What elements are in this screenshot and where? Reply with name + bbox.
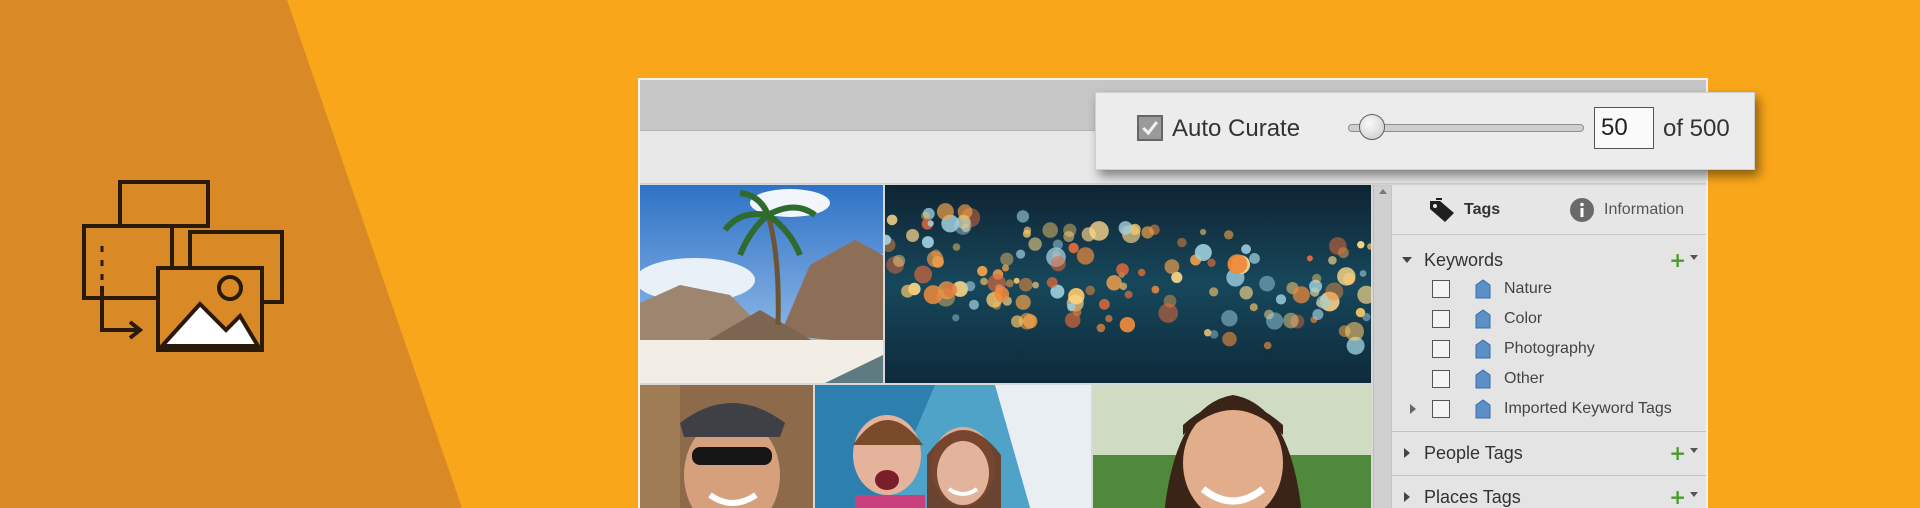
people-tags-section-header[interactable]: People Tags + bbox=[1392, 438, 1706, 468]
keyword-tag-icon bbox=[1475, 369, 1491, 389]
keyword-checkbox[interactable] bbox=[1432, 280, 1450, 298]
add-keyword-button[interactable]: + bbox=[1669, 250, 1686, 270]
auto-curate-total-label: of 500 bbox=[1663, 115, 1730, 142]
checkmark-icon bbox=[1142, 121, 1158, 136]
keyword-checkbox[interactable] bbox=[1432, 310, 1450, 328]
keyword-row[interactable]: Other bbox=[1392, 364, 1706, 394]
keywords-section-header[interactable]: Keywords + bbox=[1392, 245, 1706, 275]
keyword-checkbox[interactable] bbox=[1432, 340, 1450, 358]
keyword-tag-icon bbox=[1475, 399, 1491, 419]
add-keyword-menu-caret-icon[interactable] bbox=[1690, 255, 1698, 260]
keyword-checkbox[interactable] bbox=[1432, 400, 1450, 418]
keyword-label: Imported Keyword Tags bbox=[1504, 400, 1672, 417]
keywords-section-label: Keywords bbox=[1424, 249, 1504, 270]
keyword-checkbox[interactable] bbox=[1432, 370, 1450, 388]
chevron-right-icon[interactable] bbox=[1402, 448, 1412, 458]
chevron-right-icon[interactable] bbox=[1402, 492, 1412, 502]
chevron-down-icon[interactable] bbox=[1402, 255, 1412, 265]
auto-curate-checkbox[interactable] bbox=[1137, 115, 1163, 141]
tab-tags-label: Tags bbox=[1464, 201, 1501, 218]
section-divider bbox=[1392, 475, 1706, 476]
keyword-label: Color bbox=[1504, 310, 1543, 327]
places-tags-section-label: Places Tags bbox=[1424, 486, 1521, 507]
tab-tags[interactable]: Tags bbox=[1428, 195, 1500, 225]
chevron-right-icon[interactable] bbox=[1410, 404, 1416, 414]
organize-photos-icon bbox=[82, 180, 284, 352]
auto-curate-bar: Auto Curate 50 of 500 bbox=[1095, 92, 1755, 170]
photo-thumbnail-beach[interactable] bbox=[640, 185, 883, 383]
photo-thumbnail-family-tent[interactable] bbox=[815, 385, 1091, 508]
add-people-tag-button[interactable]: + bbox=[1669, 443, 1686, 463]
tab-information[interactable]: Information bbox=[1568, 195, 1684, 225]
photo-thumbnail-smiling-girl[interactable] bbox=[1093, 385, 1371, 508]
photo-thumbnail-city-lights[interactable] bbox=[885, 185, 1371, 383]
keyword-label: Photography bbox=[1504, 340, 1595, 357]
scroll-up-arrow-icon[interactable] bbox=[1379, 189, 1387, 194]
keyword-row[interactable]: Nature bbox=[1392, 274, 1706, 304]
keyword-row[interactable]: Photography bbox=[1392, 334, 1706, 364]
auto-curate-count-input[interactable]: 50 bbox=[1594, 107, 1654, 149]
section-divider bbox=[1392, 431, 1706, 432]
vertical-scrollbar[interactable] bbox=[1373, 185, 1391, 508]
auto-curate-slider-handle[interactable] bbox=[1358, 114, 1385, 140]
keyword-tag-icon bbox=[1475, 309, 1491, 329]
keyword-row[interactable]: Imported Keyword Tags bbox=[1392, 394, 1706, 424]
tags-panel: Tags Information Keywords + Nature Color… bbox=[1391, 185, 1706, 508]
info-icon bbox=[1570, 198, 1594, 222]
add-places-tag-button[interactable]: + bbox=[1669, 487, 1686, 507]
keyword-label: Other bbox=[1504, 370, 1545, 387]
photo-thumbnail-cyclist[interactable] bbox=[640, 385, 813, 508]
keyword-label: Nature bbox=[1504, 280, 1553, 297]
add-people-tag-menu-caret-icon[interactable] bbox=[1690, 448, 1698, 453]
add-places-tag-menu-caret-icon[interactable] bbox=[1690, 492, 1698, 497]
panel-tab-bar: Tags Information bbox=[1392, 185, 1706, 235]
keyword-tag-icon bbox=[1475, 279, 1491, 299]
keyword-row[interactable]: Color bbox=[1392, 304, 1706, 334]
tab-information-label: Information bbox=[1604, 201, 1685, 218]
keyword-tag-icon bbox=[1475, 339, 1491, 359]
auto-curate-label: Auto Curate bbox=[1172, 115, 1301, 142]
places-tags-section-header[interactable]: Places Tags + bbox=[1392, 482, 1706, 508]
tag-icon bbox=[1430, 198, 1454, 222]
people-tags-section-label: People Tags bbox=[1424, 442, 1523, 463]
